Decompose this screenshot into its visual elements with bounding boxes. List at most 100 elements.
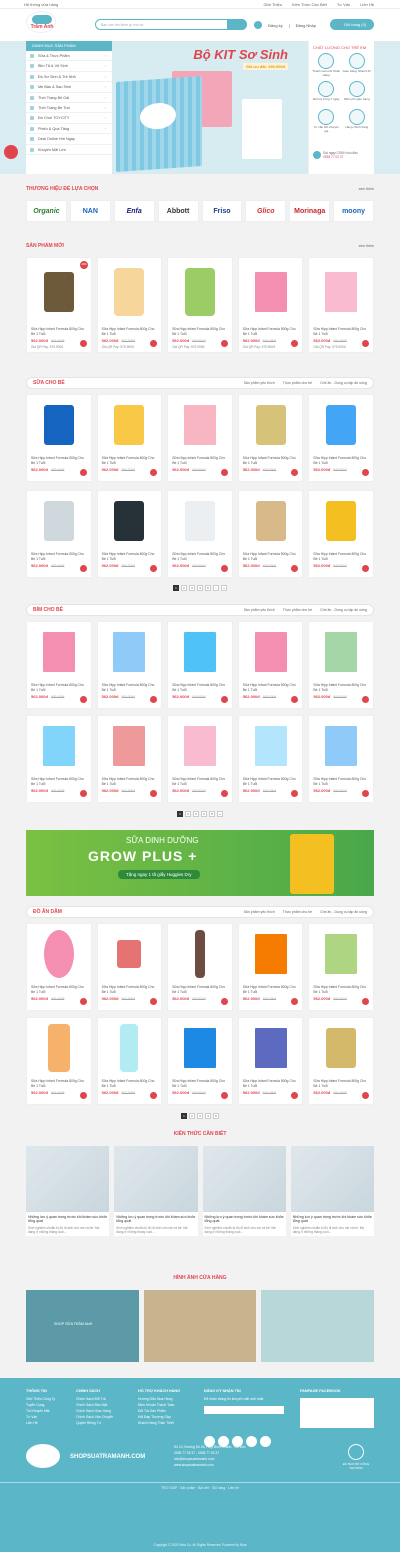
add-to-cart-icon[interactable]: [79, 790, 87, 797]
add-to-cart-icon[interactable]: [361, 790, 369, 797]
product-card[interactable]: Sữa Hipp Infant Formula 800g Cho Bé 1 Tu…: [308, 1017, 374, 1105]
add-to-cart-icon[interactable]: [79, 565, 87, 572]
add-to-cart-icon[interactable]: [361, 1092, 369, 1099]
tab[interactable]: Sản phẩm yêu thích: [244, 910, 275, 914]
product-card[interactable]: Sữa Hipp Infant Formula 800g Cho Bé 1 Tu…: [167, 715, 233, 803]
add-to-cart-icon[interactable]: [79, 696, 87, 703]
page-link[interactable]: 1: [177, 811, 183, 817]
add-to-cart-icon[interactable]: [361, 696, 369, 703]
product-card[interactable]: Sữa Hipp Infant Formula 800g Cho Bé 1 Tu…: [308, 923, 374, 1011]
add-to-cart-icon[interactable]: [220, 998, 228, 1005]
product-card[interactable]: Sữa Hipp Infant Formula 800g Cho Bé 1 Tu…: [308, 490, 374, 578]
product-card[interactable]: Sữa Hipp Infant Formula 800g Cho Bé 1 Tu…: [167, 1017, 233, 1105]
brand-logo[interactable]: moony: [333, 200, 374, 222]
add-to-cart-icon[interactable]: [79, 340, 87, 347]
add-to-cart-icon[interactable]: [150, 565, 158, 572]
category-item[interactable]: Mẹ Bầu & Sau Sinh: [26, 82, 112, 93]
page-link[interactable]: »: [217, 811, 223, 817]
page-link[interactable]: »: [221, 585, 227, 591]
tab[interactable]: Chế ăn - Dung cụ tập ăn uống: [320, 910, 367, 914]
add-to-cart-icon[interactable]: [150, 340, 158, 347]
product-card[interactable]: Sữa Hipp Infant Formula 800g Cho Bé 1 Tu…: [237, 715, 304, 803]
page-link[interactable]: 3: [197, 1113, 203, 1119]
register-link[interactable]: Đăng ký: [268, 23, 283, 28]
add-to-cart-icon[interactable]: [220, 1092, 228, 1099]
facebook-fanpage-widget[interactable]: [300, 1398, 374, 1428]
brand-logo[interactable]: Morinaga: [289, 200, 331, 222]
add-to-cart-icon[interactable]: [150, 1092, 158, 1099]
add-to-cart-icon[interactable]: [220, 340, 228, 347]
tab[interactable]: Chế ăn - Dung cụ tập ăn uống: [320, 381, 367, 385]
tab[interactable]: Sản phẩm yêu thích: [244, 608, 275, 612]
add-to-cart-icon[interactable]: [361, 340, 369, 347]
brand-logo[interactable]: NAN: [69, 200, 111, 222]
footer-logo[interactable]: [26, 1444, 60, 1468]
tab[interactable]: Thực phẩm cho bé: [283, 381, 312, 385]
category-item[interactable]: Sữa & Thực Phẩm: [26, 51, 112, 62]
category-item[interactable]: Đồ Chơi TOYCITY: [26, 113, 112, 124]
category-item[interactable]: Thời Trang Bé Gái: [26, 93, 112, 103]
news-card[interactable]: Những lưu ý quan trọng trước khi khám sứ…: [290, 1146, 374, 1236]
product-card[interactable]: Sữa Hipp Infant Formula 800g Cho Bé 1 Tu…: [237, 490, 304, 578]
product-card[interactable]: Sữa Hipp Infant Formula 800g Cho Bé 1 Tu…: [96, 490, 163, 578]
product-card[interactable]: Sữa Hipp Infant Formula 800g Cho Bé 1 Tu…: [26, 1017, 92, 1105]
add-to-cart-icon[interactable]: [220, 696, 228, 703]
add-to-cart-icon[interactable]: [361, 565, 369, 572]
page-link[interactable]: 2: [189, 1113, 195, 1119]
product-card[interactable]: Sữa Hipp Infant Formula 800g Cho Bé 1 Tu…: [26, 621, 92, 709]
add-to-cart-icon[interactable]: [220, 469, 228, 476]
product-card[interactable]: Sữa Hipp Infant Formula 800g Cho Bé 1 Tu…: [167, 621, 233, 709]
add-to-cart-icon[interactable]: [291, 790, 299, 797]
product-card[interactable]: Sữa Hipp Infant Formula 800g Cho Bé 1 Tu…: [96, 715, 163, 803]
brand-logo[interactable]: Friso: [201, 200, 243, 222]
add-to-cart-icon[interactable]: [79, 1092, 87, 1099]
product-card[interactable]: Sữa Hipp Infant Formula 800g Cho Bé 1 Tu…: [26, 715, 92, 803]
product-card[interactable]: Sữa Hipp Infant Formula 800g Cho Bé 1 Tu…: [96, 394, 163, 482]
add-to-cart-icon[interactable]: [361, 469, 369, 476]
product-card[interactable]: Sữa Hipp Infant Formula 800g Cho Bé 1 Tu…: [167, 394, 233, 482]
page-link[interactable]: 3: [189, 585, 195, 591]
search-input[interactable]: Bạn cần tìm kiếm gì cho bé ⌕: [95, 19, 247, 30]
brand-logo[interactable]: Glico: [245, 200, 287, 222]
add-to-cart-icon[interactable]: [291, 340, 299, 347]
product-card[interactable]: Sữa Hipp Infant Formula 800g Cho Bé 1 Tu…: [237, 621, 304, 709]
product-card[interactable]: Sữa Hipp Infant Formula 800g Cho Bé 1 Tu…: [26, 923, 92, 1011]
login-link[interactable]: Đăng Nhập: [296, 23, 316, 28]
store-photo[interactable]: [143, 1290, 257, 1362]
add-to-cart-icon[interactable]: [150, 998, 158, 1005]
tab[interactable]: Chế ăn - Dung cụ tập ăn uống: [320, 608, 367, 612]
product-card[interactable]: -10% Sữa Hipp Infant Formula 800g Cho Bé …: [26, 257, 92, 353]
floating-cart-icon[interactable]: [4, 145, 18, 159]
page-link[interactable]: 4: [205, 1113, 211, 1119]
add-to-cart-icon[interactable]: [291, 1092, 299, 1099]
hotline[interactable]: Gọi ngay CSKH chu đáo 0938 77 03 37: [313, 151, 358, 159]
add-to-cart-icon[interactable]: [150, 790, 158, 797]
news-card[interactable]: Những lưu ý quan trọng trước khi khám sứ…: [202, 1146, 286, 1236]
cart-button[interactable]: 🛒 Giỏ hàng (0): [330, 19, 374, 30]
product-card[interactable]: Sữa Hipp Infant Formula 800g Cho Bé 1 Tu…: [308, 621, 374, 709]
add-to-cart-icon[interactable]: [220, 565, 228, 572]
category-item[interactable]: Bỉm Tã & Vệ Sinh: [26, 61, 112, 72]
product-card[interactable]: Sữa Hipp Infant Formula 800g Cho Bé 1 Tu…: [237, 923, 304, 1011]
tab[interactable]: Sản phẩm yêu thích: [244, 381, 275, 385]
brand-logo[interactable]: Abbott: [157, 200, 199, 222]
product-card[interactable]: Sữa Hipp Infant Formula 800g Cho Bé 1 Tu…: [96, 1017, 163, 1105]
footer-nav[interactable]: TRỢ GIÚP · Sản phẩm · Bài viết · Giỏ hàn…: [0, 1486, 400, 1490]
product-card[interactable]: Sữa Hipp Infant Formula 800g Cho Bé 1 Tu…: [96, 923, 163, 1011]
product-card[interactable]: Sữa Hipp Infant Formula 800g Cho Bé 1 Tu…: [167, 923, 233, 1011]
add-to-cart-icon[interactable]: [291, 696, 299, 703]
tab[interactable]: Thực phẩm cho bé: [283, 608, 312, 612]
page-link[interactable]: 5: [205, 585, 211, 591]
newsletter-input[interactable]: [204, 1406, 284, 1414]
youtube-icon[interactable]: [246, 1436, 257, 1447]
category-item[interactable]: Thời Trang Bé Trai: [26, 103, 112, 114]
registration-seal[interactable]: ĐÃ BÁO BỘ CÔNG THƯƠNG: [338, 1444, 374, 1470]
brand-logo[interactable]: Enfa: [113, 200, 155, 222]
product-card[interactable]: Sữa Hipp Infant Formula 800g Cho Bé 1 Tu…: [308, 715, 374, 803]
add-to-cart-icon[interactable]: [291, 469, 299, 476]
brand-logo[interactable]: Organic: [26, 200, 67, 222]
category-item[interactable]: Khuyến Mãi Lớn: [26, 145, 112, 155]
hero-banner[interactable]: Bộ KIT Sơ Sinh Giá ưu đãi: 399.000đ: [112, 41, 308, 174]
product-card[interactable]: Sữa Hipp Infant Formula 800g Cho Bé 1 Tu…: [237, 1017, 304, 1105]
top-link-contact[interactable]: Liên Hệ: [360, 2, 374, 7]
